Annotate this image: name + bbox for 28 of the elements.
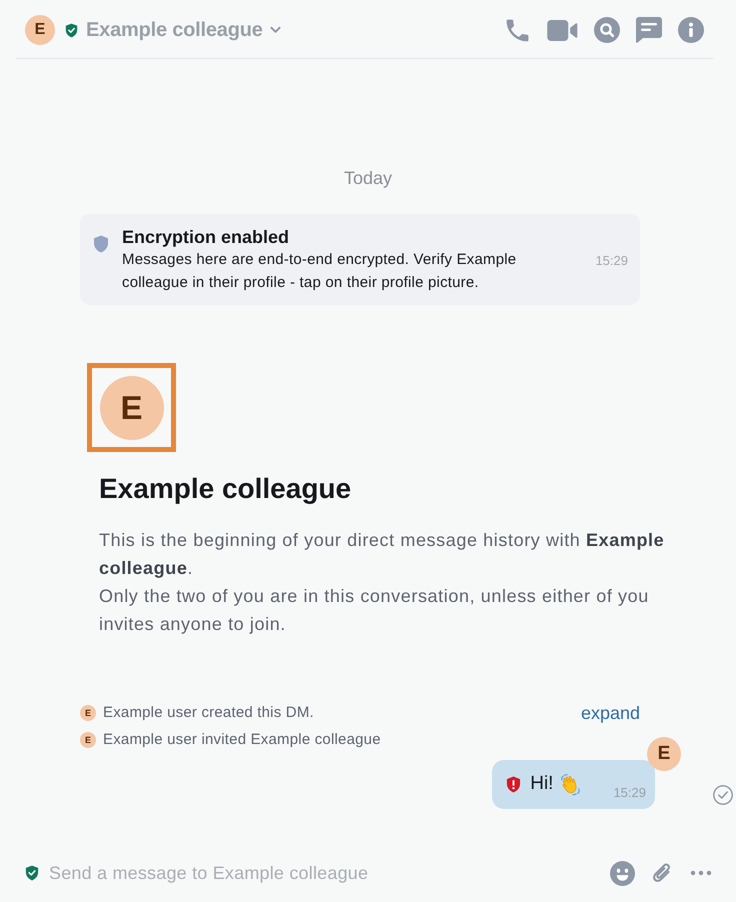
- shield-icon: [93, 235, 109, 253]
- chevron-down-icon: [270, 26, 281, 34]
- intro-text: Only the two of you are in this conversation, unless either of you invites anyone to join.: [99, 585, 650, 636]
- notice-title: Encryption enabled: [122, 226, 290, 248]
- phone-icon[interactable]: [506, 18, 529, 42]
- intro-text: This is the beginning of your direct message history with Example colleague.: [99, 529, 666, 580]
- timestamp: 15:29: [595, 252, 628, 268]
- event-text: Example user invited Example colleague: [103, 730, 381, 750]
- message-text: Hi!: [530, 772, 554, 796]
- search-icon[interactable]: [594, 17, 620, 43]
- info-icon[interactable]: [678, 17, 704, 43]
- avatar[interactable]: E: [100, 376, 164, 440]
- avatar[interactable]: E: [80, 732, 96, 748]
- event-text: Example user created this DM.: [103, 703, 314, 723]
- timestamp: 15:29: [613, 785, 646, 801]
- video-camera-icon[interactable]: [547, 20, 578, 40]
- avatar[interactable]: E: [647, 737, 681, 771]
- notice-text: Messages here are end-to-end encrypted. Verify Example colleague in their profile - tap on their profile picture.: [122, 250, 518, 293]
- message-input[interactable]: Send a message to Example colleague: [49, 858, 598, 888]
- expand-link[interactable]: expand: [580, 702, 640, 724]
- date-separator: Today: [344, 167, 392, 189]
- avatar[interactable]: E: [25, 15, 55, 45]
- waving-hand-icon: [559, 772, 582, 796]
- avatar[interactable]: E: [80, 705, 96, 721]
- smiley-face-icon[interactable]: [610, 860, 635, 886]
- more-options-icon[interactable]: [690, 870, 712, 876]
- room-title: Example colleague: [99, 472, 352, 506]
- speech-bubble-icon[interactable]: [636, 17, 662, 43]
